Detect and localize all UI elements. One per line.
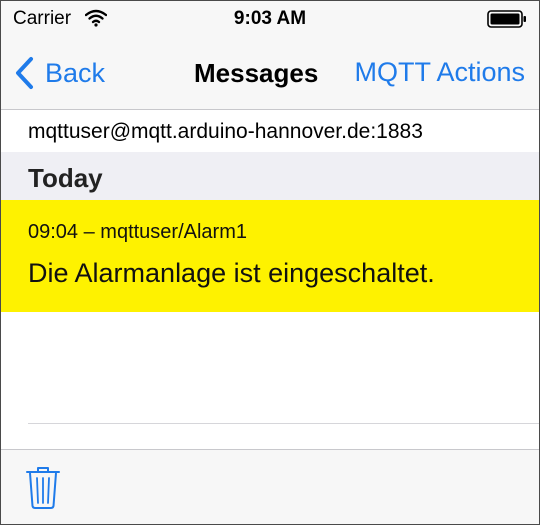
battery-icon (487, 10, 527, 33)
section-header-today: Today (1, 152, 539, 200)
trash-button[interactable] (25, 464, 61, 510)
row-divider (28, 423, 539, 424)
server-address: mqttuser@mqtt.arduino-hannover.de:1883 (28, 120, 423, 143)
server-address-row: mqttuser@mqtt.arduino-hannover.de:1883 (1, 110, 539, 152)
message-meta: 09:04 – mqttuser/Alarm1 (28, 221, 247, 243)
section-title: Today (28, 163, 103, 193)
back-label: Back (45, 57, 106, 88)
mqtt-actions-button[interactable]: MQTT Actions (354, 57, 525, 88)
app-window: Carrier 9:03 AM Back Messages MQTT Actio… (0, 0, 540, 525)
page-title: Messages (194, 58, 319, 88)
status-bar: Carrier 9:03 AM (1, 1, 539, 37)
message-cell[interactable]: 09:04 – mqttuser/Alarm1 Die Alarmanlage … (1, 200, 539, 312)
bottom-toolbar (1, 449, 539, 524)
navigation-bar: Back Messages MQTT Actions (1, 37, 539, 110)
status-time: 9:03 AM (233, 8, 307, 29)
back-button[interactable]: Back (13, 51, 105, 95)
message-text: Die Alarmanlage ist eingeschaltet. (28, 258, 435, 288)
chevron-left-icon (16, 57, 33, 89)
trash-icon (26, 467, 60, 509)
